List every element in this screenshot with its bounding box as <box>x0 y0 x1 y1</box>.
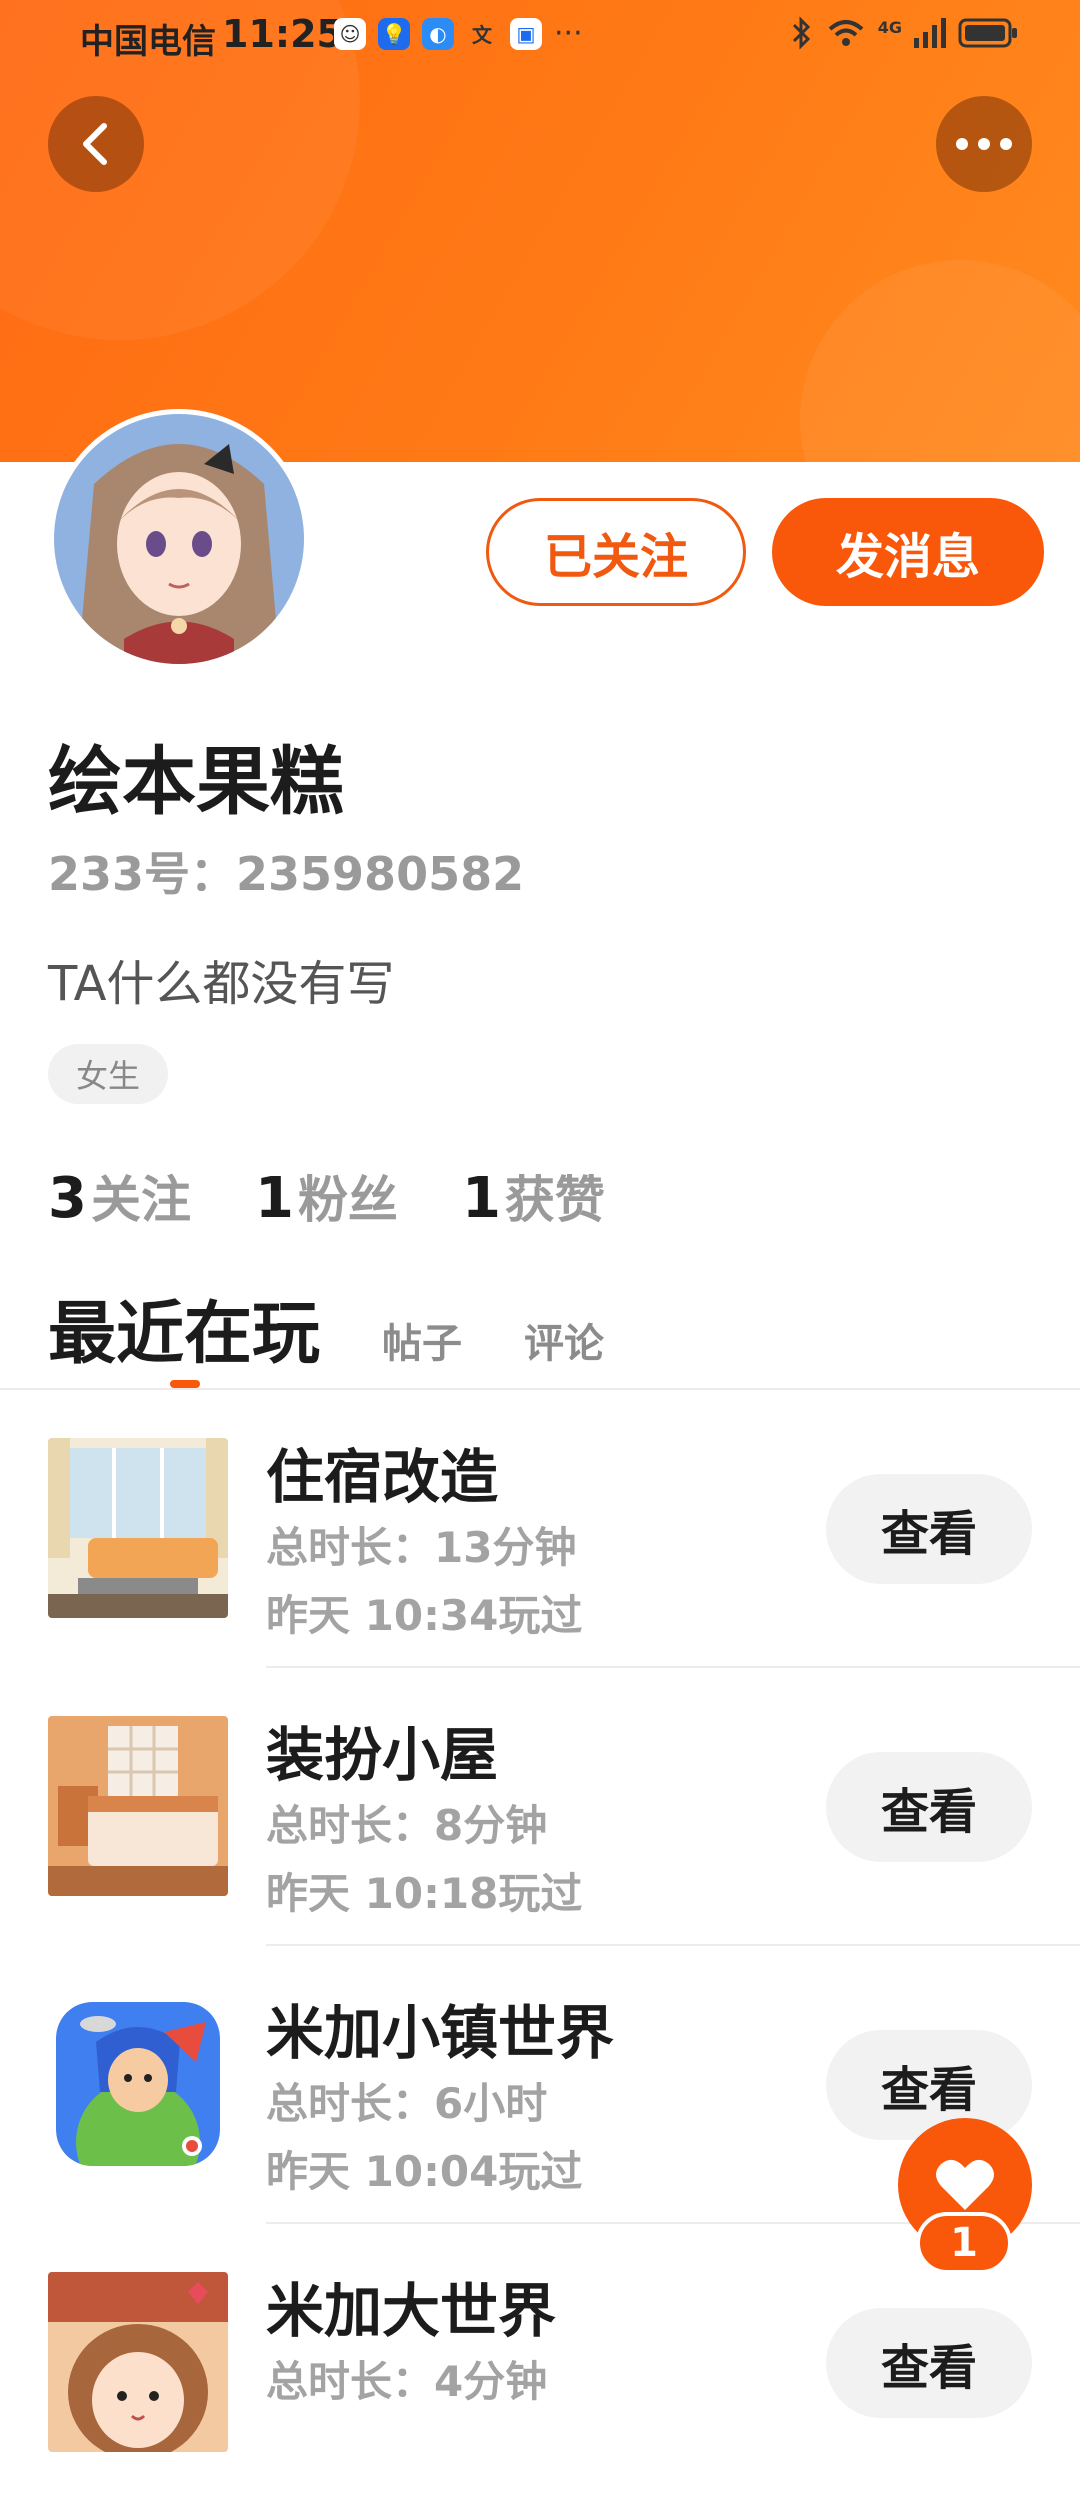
view-game-button[interactable]: 查看 <box>826 2030 1032 2140</box>
battery-icon <box>958 18 1017 48</box>
profile-tabs: 最近在玩 帖子 评论 <box>48 1278 604 1377</box>
more-notifications-icon: ··· <box>554 16 583 51</box>
avatar[interactable] <box>54 414 304 664</box>
browser-app-icon: ◐ <box>422 17 454 50</box>
more-options-button[interactable] <box>936 96 1032 192</box>
back-button[interactable] <box>48 96 144 192</box>
stat-value: 1 <box>461 1166 501 1231</box>
network-type-label: 4G <box>877 17 902 37</box>
nickname: 绘本果糕 <box>48 739 344 825</box>
game-title: 住宿改造 <box>266 1443 499 1511</box>
heart-icon <box>936 2159 994 2210</box>
gender-tag: 女生 <box>48 1044 168 1104</box>
game-play-duration: 总时长：8分钟 <box>266 1801 548 1850</box>
clock: 11:25 <box>222 12 343 56</box>
game-play-duration: 总时长：6小时 <box>266 2079 548 2128</box>
bio: TA什么都没有写 <box>48 956 395 1012</box>
game-last-played: 昨天 10:18玩过 <box>266 1869 583 1918</box>
bluetooth-icon <box>792 16 810 50</box>
list-item[interactable]: 米加大世界 总时长：4分钟 查看 <box>0 2224 1080 2502</box>
game-last-played: 昨天 10:04玩过 <box>266 2147 583 2196</box>
list-item[interactable]: 装扮小屋 总时长：8分钟 昨天 10:18玩过 查看 <box>0 1668 1080 1946</box>
system-icons: 4G <box>790 16 1018 50</box>
stat-value: 3 <box>48 1166 87 1231</box>
bulb-app-icon: 💡 <box>378 17 410 50</box>
chevron-left-icon <box>83 123 107 165</box>
game-thumbnail <box>48 1438 228 1618</box>
following-button[interactable]: 已关注 <box>486 498 746 606</box>
game-thumbnail <box>48 2272 228 2452</box>
list-item[interactable]: 住宿改造 总时长：13分钟 昨天 10:34玩过 查看 <box>0 1390 1080 1668</box>
likes-count: 1 获赞 <box>462 1160 605 1232</box>
send-message-button[interactable]: 发消息 <box>772 498 1044 606</box>
active-tab-indicator <box>170 1380 200 1388</box>
followers-count[interactable]: 1 粉丝 <box>255 1160 398 1232</box>
user-id: 233号：235980582 <box>48 838 524 904</box>
tab-posts[interactable]: 帖子 <box>382 1311 462 1369</box>
status-bar: 中国电信 11:25 ☺ 💡 ◐ 文 ▣ ··· 4G <box>0 0 1080 72</box>
translate-app-icon: 文 <box>472 23 492 47</box>
game-play-duration: 总时长：13分钟 <box>266 1523 577 1572</box>
notification-icons: ☺ 💡 ◐ 文 ▣ ··· <box>334 16 583 51</box>
tab-comments[interactable]: 评论 <box>524 1311 604 1369</box>
view-game-button[interactable]: 查看 <box>826 2308 1032 2418</box>
view-game-button[interactable]: 查看 <box>826 1752 1032 1862</box>
signal-icon <box>914 18 946 48</box>
wifi-icon <box>828 20 864 46</box>
profile-stats: 3 关注 1 粉丝 1 获赞 <box>48 1160 605 1232</box>
carrier-label: 中国电信 <box>80 22 216 62</box>
following-count[interactable]: 3 关注 <box>48 1160 191 1232</box>
more-dots-icon <box>956 138 1012 150</box>
stat-value: 1 <box>254 1166 294 1231</box>
view-game-button[interactable]: 查看 <box>826 1474 1032 1584</box>
user-id-label: 233号： <box>48 847 237 901</box>
game-title: 米加大世界 <box>266 2277 557 2345</box>
game-thumbnail <box>48 1716 228 1896</box>
game-thumbnail <box>56 2002 220 2166</box>
tab-recently-played[interactable]: 最近在玩 <box>48 1278 320 1377</box>
app-notification-icon: ☺ <box>334 17 366 50</box>
robot-app-icon: ▣ <box>510 17 542 50</box>
game-title: 装扮小屋 <box>266 1721 499 1789</box>
stat-label: 关注 <box>90 1171 191 1229</box>
avatar-image <box>54 414 304 664</box>
user-id-value: 235980582 <box>236 847 525 901</box>
stat-label: 获赞 <box>504 1171 605 1229</box>
like-count-badge: 1 <box>916 2212 1012 2274</box>
game-last-played: 昨天 10:34玩过 <box>266 1591 583 1640</box>
stat-label: 粉丝 <box>297 1171 398 1229</box>
game-title: 米加小镇世界 <box>266 1999 615 2067</box>
